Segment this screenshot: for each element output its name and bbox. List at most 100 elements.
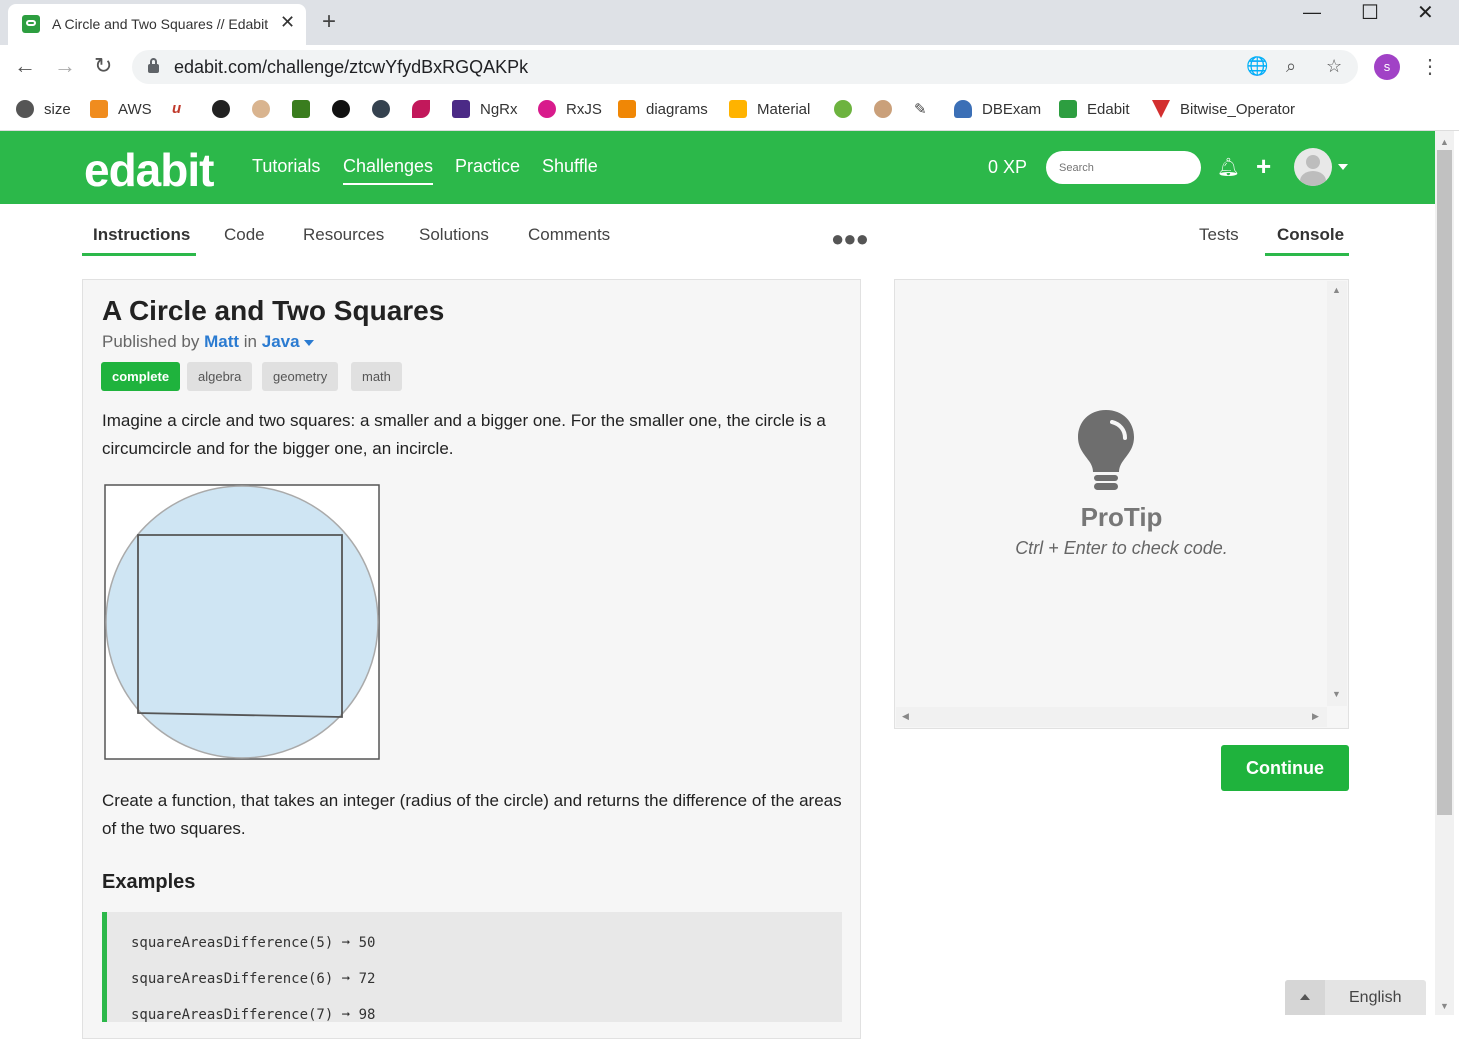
tab-instructions[interactable]: Instructions — [93, 225, 190, 255]
chevron-down-icon[interactable] — [1338, 164, 1348, 170]
nav-challenges[interactable]: Challenges — [343, 156, 434, 185]
intro-paragraph: Imagine a circle and two squares: a smal… — [102, 411, 826, 458]
bookmark-json[interactable] — [292, 99, 320, 119]
tag-algebra[interactable]: algebra — [187, 362, 253, 391]
spring-icon — [834, 100, 852, 118]
console-panel: ProTip Ctrl + Enter to check code. — [894, 279, 1349, 729]
edabit-logo[interactable]: edabit — [84, 143, 214, 197]
bookmark-dbexam[interactable]: DBExam — [954, 99, 1041, 119]
diagrams-icon — [618, 100, 636, 118]
language-selector[interactable]: English — [1285, 980, 1426, 1015]
bookmark-diagrams[interactable]: diagrams — [618, 99, 708, 119]
browser-tab[interactable]: A Circle and Two Squares // Edabit ✕ — [8, 4, 306, 45]
ngrx-icon — [452, 100, 470, 118]
profile-avatar[interactable]: s — [1374, 54, 1400, 80]
user-avatar[interactable] — [1294, 148, 1332, 186]
nav-shuffle[interactable]: Shuffle — [542, 156, 598, 177]
bitwise-icon — [1152, 100, 1170, 118]
scroll-up-icon[interactable]: ▲ — [1332, 285, 1341, 295]
bookmark-rxjs[interactable]: RxJS — [538, 99, 602, 119]
bookmark-pencil[interactable]: ✎ — [914, 99, 942, 119]
chevron-down-icon[interactable] — [303, 339, 314, 346]
bookmark-circle[interactable] — [332, 99, 360, 119]
author-link[interactable]: Matt — [204, 332, 239, 351]
maximize-icon[interactable]: ☐ — [1361, 0, 1379, 25]
zoom-icon[interactable]: ⌕ — [1286, 56, 1296, 77]
nav-practice[interactable]: Practice — [455, 156, 520, 177]
published-prefix: Published by — [102, 332, 200, 351]
bookmark-material[interactable]: Material — [729, 99, 810, 119]
bookmark-person-2[interactable] — [874, 99, 902, 119]
bookmark-label: AWS — [118, 100, 152, 118]
bookmark-star-icon[interactable]: ☆ — [1326, 56, 1342, 77]
add-icon[interactable]: + — [1256, 151, 1271, 182]
tab-resources[interactable]: Resources — [303, 225, 384, 255]
examples-heading: Examples — [102, 871, 196, 893]
bookmarks-bar: size AWS u NgRx RxJS diagrams Material ✎… — [0, 90, 1459, 131]
language-label: English — [1349, 989, 1402, 1006]
bookmark-spring[interactable] — [834, 99, 862, 119]
bookmark-docker[interactable] — [372, 99, 400, 119]
bookmark-label: Bitwise_Operator — [1180, 100, 1296, 118]
scroll-right-icon[interactable]: ▶ — [1312, 711, 1319, 722]
new-tab-button[interactable]: + — [322, 8, 336, 36]
circle-squares-figure — [104, 484, 380, 760]
scroll-up-icon[interactable]: ▲ — [1440, 137, 1449, 147]
close-tab-icon[interactable]: ✕ — [280, 12, 295, 33]
nav-tutorials[interactable]: Tutorials — [252, 156, 320, 177]
chevron-up-icon[interactable] — [1285, 980, 1325, 1015]
examples-code-block: squareAreasDifference(5) ➞ 50 squareArea… — [102, 912, 842, 1023]
reload-icon[interactable]: ↻ — [94, 53, 112, 79]
bookmark-feather[interactable] — [412, 99, 440, 119]
tab-tests[interactable]: Tests — [1199, 225, 1239, 255]
dbexam-icon — [954, 100, 972, 118]
bookmark-size[interactable]: size — [16, 99, 71, 119]
bookmark-label: NgRx — [480, 100, 518, 118]
close-window-icon[interactable]: ✕ — [1417, 0, 1434, 25]
scroll-left-icon[interactable]: ◀ — [902, 711, 909, 722]
tab-comments[interactable]: Comments — [528, 225, 610, 255]
translate-icon[interactable]: 🌐 — [1246, 56, 1268, 77]
tab-console[interactable]: Console — [1277, 225, 1344, 255]
console-vertical-scrollbar[interactable]: ▲ ▼ — [1327, 281, 1347, 706]
tag-geometry[interactable]: geometry — [262, 362, 339, 391]
udemy-icon: u — [172, 100, 182, 117]
tab-solutions[interactable]: Solutions — [419, 225, 489, 255]
bookmark-label: diagrams — [646, 100, 708, 118]
back-icon[interactable]: ← — [14, 53, 36, 79]
bookmark-label: RxJS — [566, 100, 602, 118]
tag-math[interactable]: math — [351, 362, 402, 391]
address-bar[interactable]: edabit.com/challenge/ztcwYfydBxRGQAKPk 🌐… — [132, 50, 1358, 84]
forward-icon[interactable]: → — [54, 53, 76, 79]
search-input[interactable] — [1046, 151, 1201, 184]
protip-title: ProTip — [1080, 502, 1163, 532]
github-icon — [212, 100, 230, 118]
bookmark-github[interactable] — [212, 99, 240, 119]
language-dropdown[interactable]: Java — [262, 332, 300, 351]
aws-icon — [90, 100, 108, 118]
scroll-down-icon[interactable]: ▼ — [1440, 1001, 1449, 1011]
feather-icon — [412, 100, 430, 118]
tab-active-underline — [1265, 253, 1349, 256]
bookmark-aws[interactable]: AWS — [90, 99, 152, 119]
challenge-title: A Circle and Two Squares — [102, 295, 445, 326]
json-icon — [292, 100, 310, 118]
tab-code[interactable]: Code — [224, 225, 265, 255]
bookmark-ngrx[interactable]: NgRx — [452, 99, 518, 119]
tag-complete[interactable]: complete — [101, 362, 181, 391]
bookmark-label: size — [44, 100, 71, 118]
continue-button[interactable]: Continue — [1221, 745, 1349, 791]
page-scroll-thumb[interactable] — [1437, 150, 1452, 815]
bookmark-person[interactable] — [252, 99, 280, 119]
bookmark-edabit[interactable]: Edabit — [1059, 99, 1130, 119]
bookmark-u[interactable]: u — [172, 99, 190, 119]
tab-active-underline — [82, 253, 196, 256]
bookmark-bitwise[interactable]: Bitwise_Operator — [1152, 99, 1295, 119]
browser-menu-icon[interactable]: ⋮ — [1420, 54, 1440, 79]
bell-icon[interactable]: 🔔︎ — [1217, 157, 1240, 178]
more-options-icon[interactable]: ●●● — [831, 226, 869, 252]
minimize-icon[interactable]: — — [1303, 2, 1321, 23]
scroll-down-icon[interactable]: ▼ — [1332, 689, 1341, 699]
console-horizontal-scrollbar[interactable]: ◀ ▶ — [896, 707, 1327, 727]
edabit-favicon-icon — [22, 15, 40, 33]
